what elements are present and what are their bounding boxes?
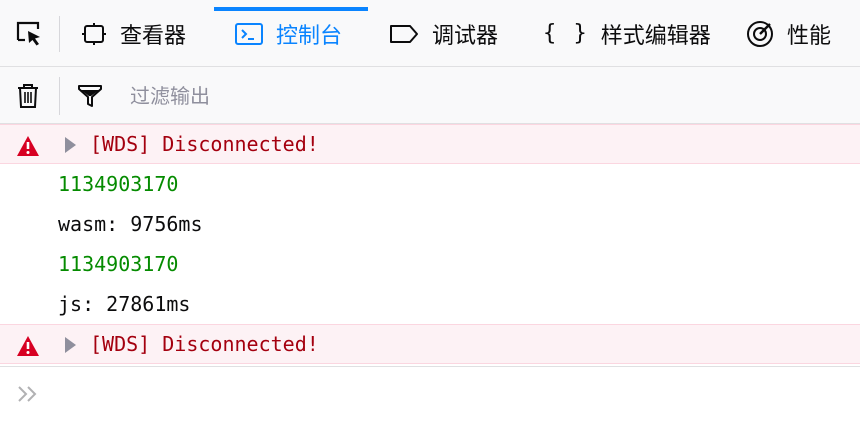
- warning-icon: [17, 136, 39, 156]
- filterbar-divider: [59, 77, 60, 115]
- console-message-log: wasm: 9756ms: [0, 204, 860, 244]
- console-message-log: 1134903170: [0, 244, 860, 284]
- trash-icon: [18, 84, 38, 108]
- toolbar-divider: [59, 16, 60, 52]
- tab-debugger[interactable]: 调试器: [388, 0, 518, 67]
- console-message-warning: [WDS] Disconnected!: [0, 124, 860, 164]
- tab-console[interactable]: 控制台: [214, 0, 368, 67]
- filter-icon: [78, 85, 102, 107]
- tab-label: 性能: [787, 23, 832, 49]
- debugger-icon: [388, 21, 420, 47]
- tab-label: 控制台: [276, 23, 343, 49]
- devtools-toolbar: 查看器 控制台 调试器 { } 样式编辑器 性能: [0, 0, 860, 67]
- console-message-log: 1134903170: [0, 164, 860, 204]
- tab-performance[interactable]: 性能: [745, 0, 855, 67]
- console-message-text: js: 27861ms: [58, 292, 191, 316]
- console-message-log: js: 27861ms: [0, 284, 860, 324]
- element-picker-button[interactable]: [0, 8, 58, 58]
- style-editor-icon: { }: [543, 21, 589, 46]
- console-message-text: [WDS] Disconnected!: [90, 332, 319, 356]
- expand-arrow-icon[interactable]: [63, 336, 77, 354]
- tab-label: 查看器: [120, 23, 187, 49]
- filter-button[interactable]: [70, 77, 110, 115]
- console-filter-bar: [0, 67, 860, 124]
- element-picker-icon: [16, 21, 40, 46]
- filter-output-input[interactable]: [118, 77, 818, 115]
- console-icon: [234, 20, 264, 48]
- console-message-warning: [WDS] Disconnected!: [0, 324, 860, 364]
- console-number-value: 1134903170: [58, 172, 179, 196]
- console-input-area: [0, 366, 860, 432]
- performance-icon: [745, 19, 775, 49]
- console-number-value: 1134903170: [58, 252, 179, 276]
- console-message-text: [WDS] Disconnected!: [90, 132, 319, 156]
- warning-icon: [17, 336, 39, 356]
- console-command-input[interactable]: [56, 379, 840, 411]
- prompt-chevron-icon: [18, 386, 37, 402]
- inspector-icon: [80, 20, 108, 48]
- tab-inspector[interactable]: 查看器: [80, 0, 210, 67]
- console-message-text: wasm: 9756ms: [58, 212, 203, 236]
- tab-label: 调试器: [432, 23, 499, 49]
- tab-style-editor[interactable]: { } 样式编辑器: [543, 0, 723, 67]
- expand-arrow-icon[interactable]: [63, 136, 77, 154]
- tab-label: 样式编辑器: [600, 23, 711, 49]
- clear-console-button[interactable]: [8, 77, 48, 115]
